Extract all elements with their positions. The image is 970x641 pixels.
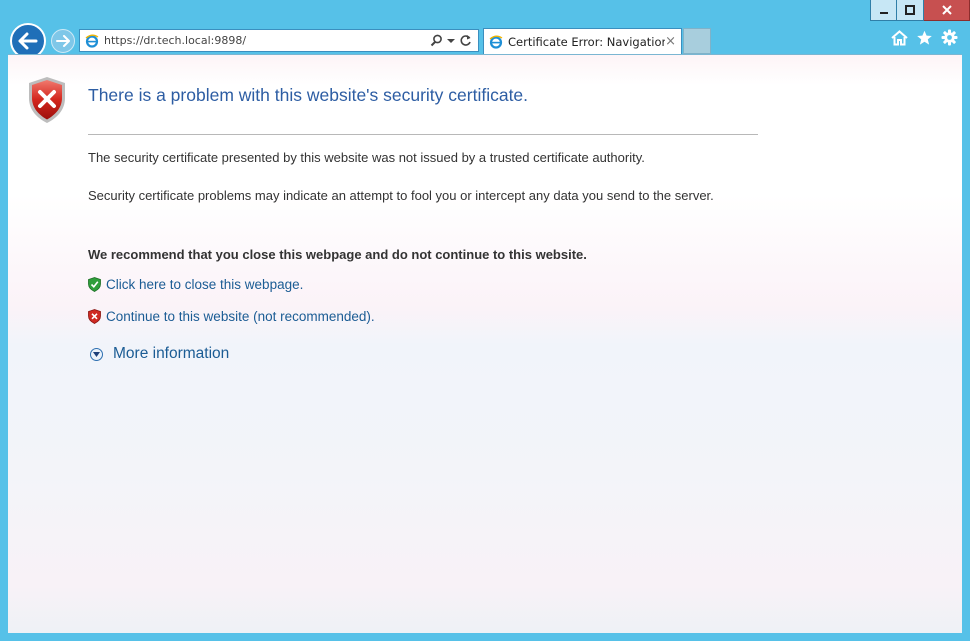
close-window-button[interactable] [924, 0, 970, 21]
certificate-warning-text: Security certificate problems may indica… [88, 188, 714, 203]
home-icon[interactable] [891, 29, 908, 46]
continue-to-website-link-label[interactable]: Continue to this website (not recommende… [106, 309, 375, 324]
recommendation-text: We recommend that you close this webpage… [88, 247, 587, 262]
more-information-label[interactable]: More information [113, 345, 229, 363]
ie-logo-icon [85, 34, 99, 48]
minimize-button[interactable] [870, 0, 897, 21]
forward-arrow-icon [56, 35, 70, 47]
favorites-star-icon[interactable] [916, 30, 933, 46]
forward-button[interactable] [51, 29, 75, 53]
red-shield-icon [88, 309, 101, 324]
tab-title: Certificate Error: Navigation... [508, 34, 666, 49]
browser-window: https://dr.tech.local:9898/ Certificate … [0, 0, 970, 641]
gear-icon[interactable] [941, 29, 958, 46]
ie-logo-icon [489, 35, 503, 49]
green-shield-icon [88, 277, 101, 292]
divider [88, 134, 758, 135]
close-webpage-link-label[interactable]: Click here to close this webpage. [106, 277, 303, 292]
page-title: There is a problem with this website's s… [88, 85, 529, 105]
address-bar[interactable]: https://dr.tech.local:9898/ [79, 29, 479, 52]
address-tools [430, 34, 472, 47]
page-content: There is a problem with this website's s… [8, 54, 962, 633]
new-tab-button[interactable] [683, 28, 711, 54]
certificate-issuer-text: The security certificate presented by th… [88, 150, 645, 165]
expand-chevron-icon [90, 347, 103, 361]
close-webpage-link[interactable]: Click here to close this webpage. [88, 277, 303, 292]
minimize-icon [879, 12, 888, 14]
window-caption-buttons [870, 0, 970, 22]
back-arrow-icon [18, 32, 38, 50]
address-url[interactable]: https://dr.tech.local:9898/ [104, 34, 430, 47]
refresh-icon[interactable] [459, 34, 472, 47]
maximize-button[interactable] [897, 0, 924, 21]
dropdown-icon[interactable] [447, 38, 455, 44]
close-icon [941, 5, 952, 15]
tab-certificate-error[interactable]: Certificate Error: Navigation... × [483, 28, 682, 54]
more-information-toggle[interactable]: More information [90, 345, 229, 363]
continue-to-website-link[interactable]: Continue to this website (not recommende… [88, 309, 375, 324]
tab-close-button[interactable]: × [665, 35, 676, 48]
browser-tools [891, 29, 958, 46]
maximize-icon [905, 5, 915, 15]
error-shield-icon [29, 77, 65, 123]
search-icon[interactable] [430, 34, 443, 47]
